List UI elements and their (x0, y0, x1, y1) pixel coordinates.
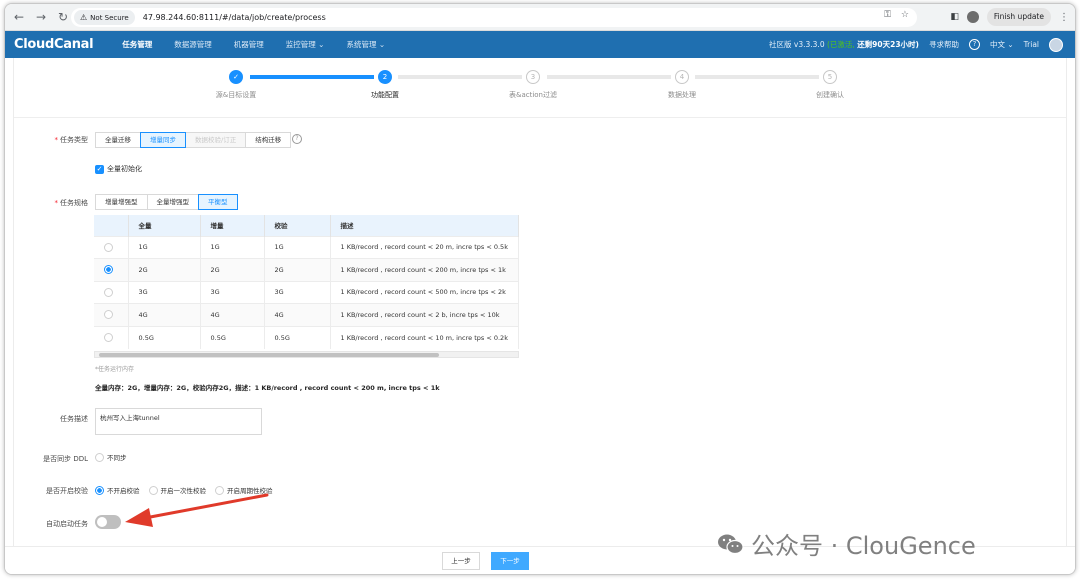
task-type-incremental-sync[interactable]: 增量同步 (140, 132, 186, 148)
annotation-arrow (125, 493, 269, 527)
wechat-icon (718, 534, 744, 554)
watermark-text: 公众号 · ClouGence (751, 532, 976, 560)
browser-window: ← → ↻ ⚠ Not Secure 47.98.244.60:8111/#/d… (4, 3, 1076, 575)
watermark: 公众号 · ClouGence (717, 526, 976, 561)
spec-balanced[interactable]: 平衡型 (198, 194, 238, 210)
